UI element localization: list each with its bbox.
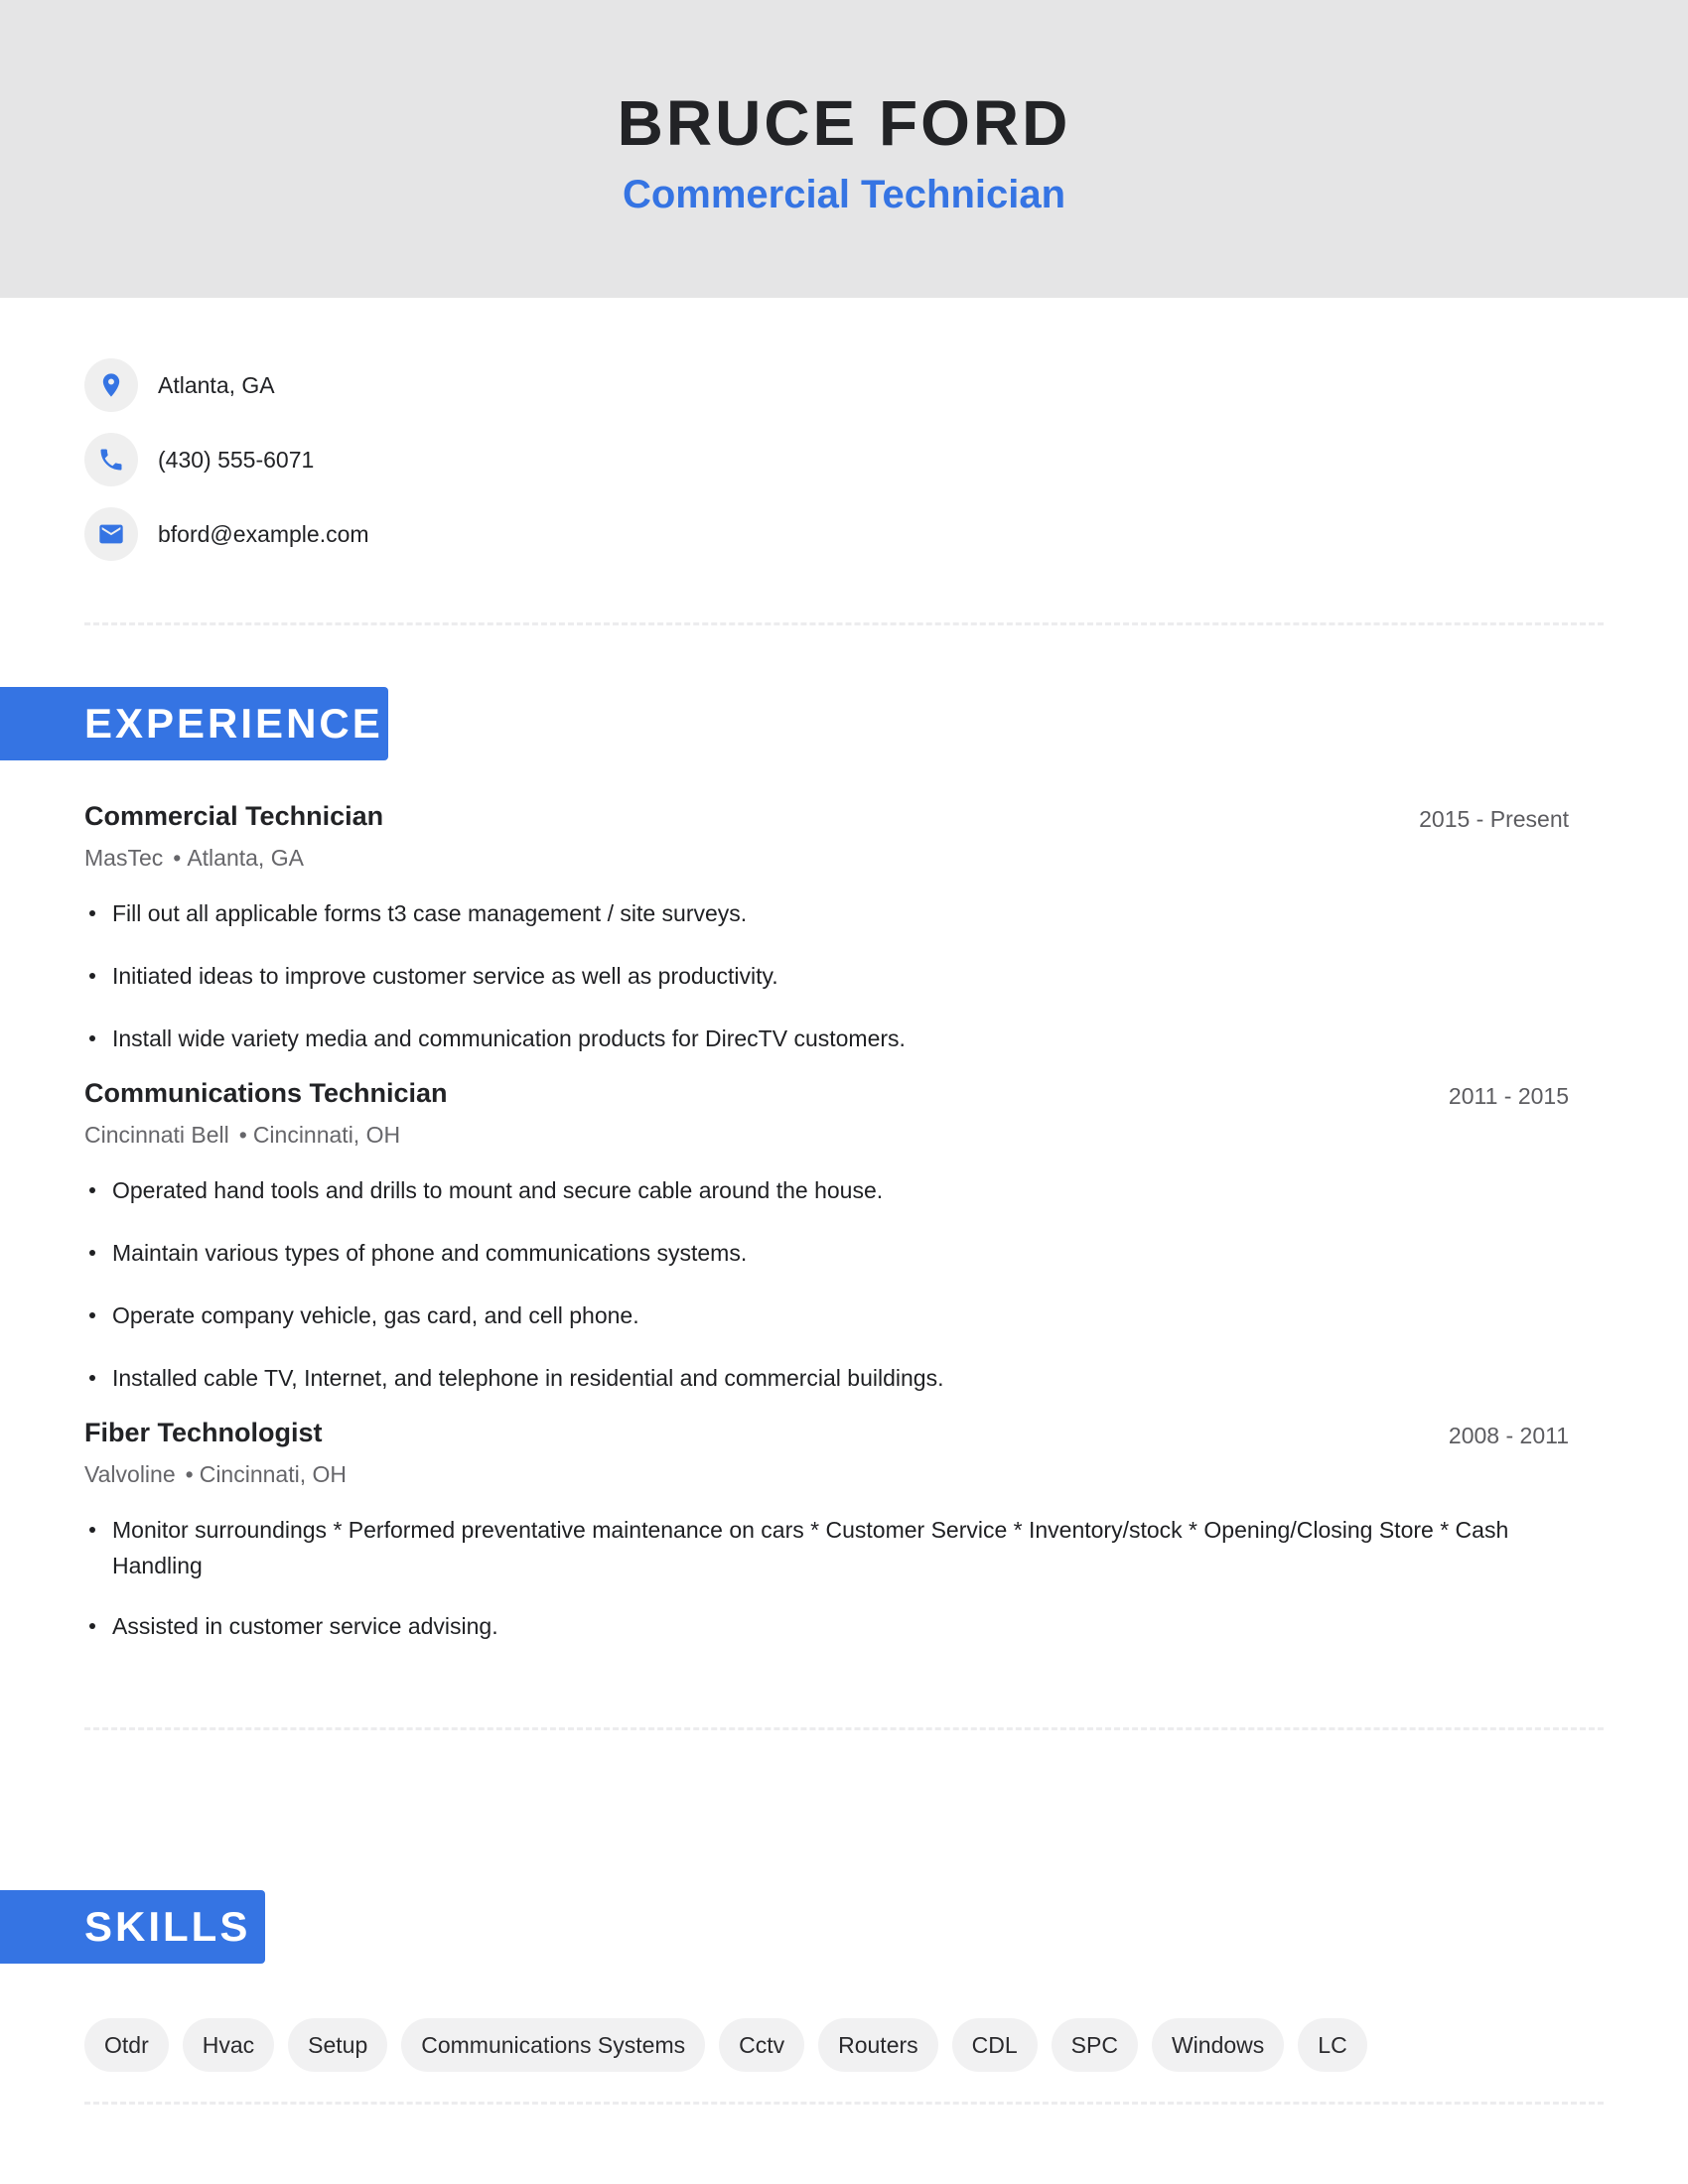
job-title: Communications Technician <box>84 1078 448 1108</box>
job-dates: 2015 - Present <box>1419 806 1569 832</box>
skill-pill: Cctv <box>719 2018 805 2072</box>
email-text[interactable]: bford@example.com <box>158 521 369 548</box>
skill-pill: LC <box>1298 2018 1367 2072</box>
skill-pill: Communications Systems <box>401 2018 706 2072</box>
candidate-name: BRUCE FORD <box>617 87 1071 159</box>
separator-dot: • <box>173 845 182 871</box>
divider <box>84 1727 1604 1730</box>
skill-pill: Routers <box>818 2018 938 2072</box>
job-bullet: Fill out all applicable forms t3 case ma… <box>84 895 1524 931</box>
location-text: Atlanta, GA <box>158 371 275 398</box>
job-bullet: Operated hand tools and drills to mount … <box>84 1172 1524 1208</box>
job-company-line: MasTec • Atlanta, GA <box>84 843 304 873</box>
job-bullet: Installed cable TV, Internet, and teleph… <box>84 1360 1524 1396</box>
contact-phone: (430) 555-6071 <box>84 433 314 486</box>
job-bullet: Install wide variety media and communica… <box>84 1021 1524 1056</box>
phone-icon <box>84 433 138 486</box>
divider <box>84 622 1604 625</box>
job-dates: 2011 - 2015 <box>1448 1083 1569 1109</box>
section-title: SKILLS <box>84 1903 251 1950</box>
job-bullet: Monitor surroundings * Performed prevent… <box>84 1512 1524 1583</box>
skills-list: Otdr Hvac Setup Communications Systems C… <box>84 2018 1367 2072</box>
skill-pill: Setup <box>288 2018 388 2072</box>
skill-pill: Otdr <box>84 2018 169 2072</box>
job-company-line: Valvoline • Cincinnati, OH <box>84 1459 347 1489</box>
separator-dot: • <box>185 1461 194 1487</box>
job-location: Atlanta, GA <box>187 845 304 871</box>
section-heading-experience: EXPERIENCE <box>0 687 388 760</box>
job-title: Commercial Technician <box>84 801 384 831</box>
job-bullet: Initiated ideas to improve customer serv… <box>84 958 1524 994</box>
section-heading-skills: SKILLS <box>0 1890 265 1964</box>
job-location: Cincinnati, OH <box>199 1461 347 1487</box>
job-location: Cincinnati, OH <box>252 1122 401 1148</box>
contact-location: Atlanta, GA <box>84 358 275 412</box>
candidate-title: Commercial Technician <box>622 173 1066 216</box>
job-company-line: Cincinnati Bell • Cincinnati, OH <box>84 1120 400 1150</box>
job-bullet: Assisted in customer service advising. <box>84 1608 1524 1644</box>
job-company: Valvoline <box>84 1461 176 1487</box>
phone-text[interactable]: (430) 555-6071 <box>158 447 314 474</box>
job-bullet: Maintain various types of phone and comm… <box>84 1235 1524 1271</box>
skill-pill: Windows <box>1151 2018 1285 2072</box>
job-bullet: Operate company vehicle, gas card, and c… <box>84 1297 1524 1333</box>
skill-pill: Hvac <box>182 2018 275 2072</box>
skill-pill: CDL <box>951 2018 1038 2072</box>
job-company: MasTec <box>84 845 164 871</box>
map-pin-icon <box>84 358 138 412</box>
job-dates: 2008 - 2011 <box>1448 1423 1569 1448</box>
skill-pill: SPC <box>1051 2018 1138 2072</box>
resume-header: BRUCE FORD Commercial Technician <box>0 0 1688 298</box>
job-title: Fiber Technologist <box>84 1418 323 1447</box>
job-company: Cincinnati Bell <box>84 1122 229 1148</box>
section-title: EXPERIENCE <box>84 700 383 747</box>
mail-icon <box>84 507 138 561</box>
separator-dot: • <box>238 1122 247 1148</box>
divider <box>84 2102 1604 2105</box>
contact-email: bford@example.com <box>84 507 369 561</box>
